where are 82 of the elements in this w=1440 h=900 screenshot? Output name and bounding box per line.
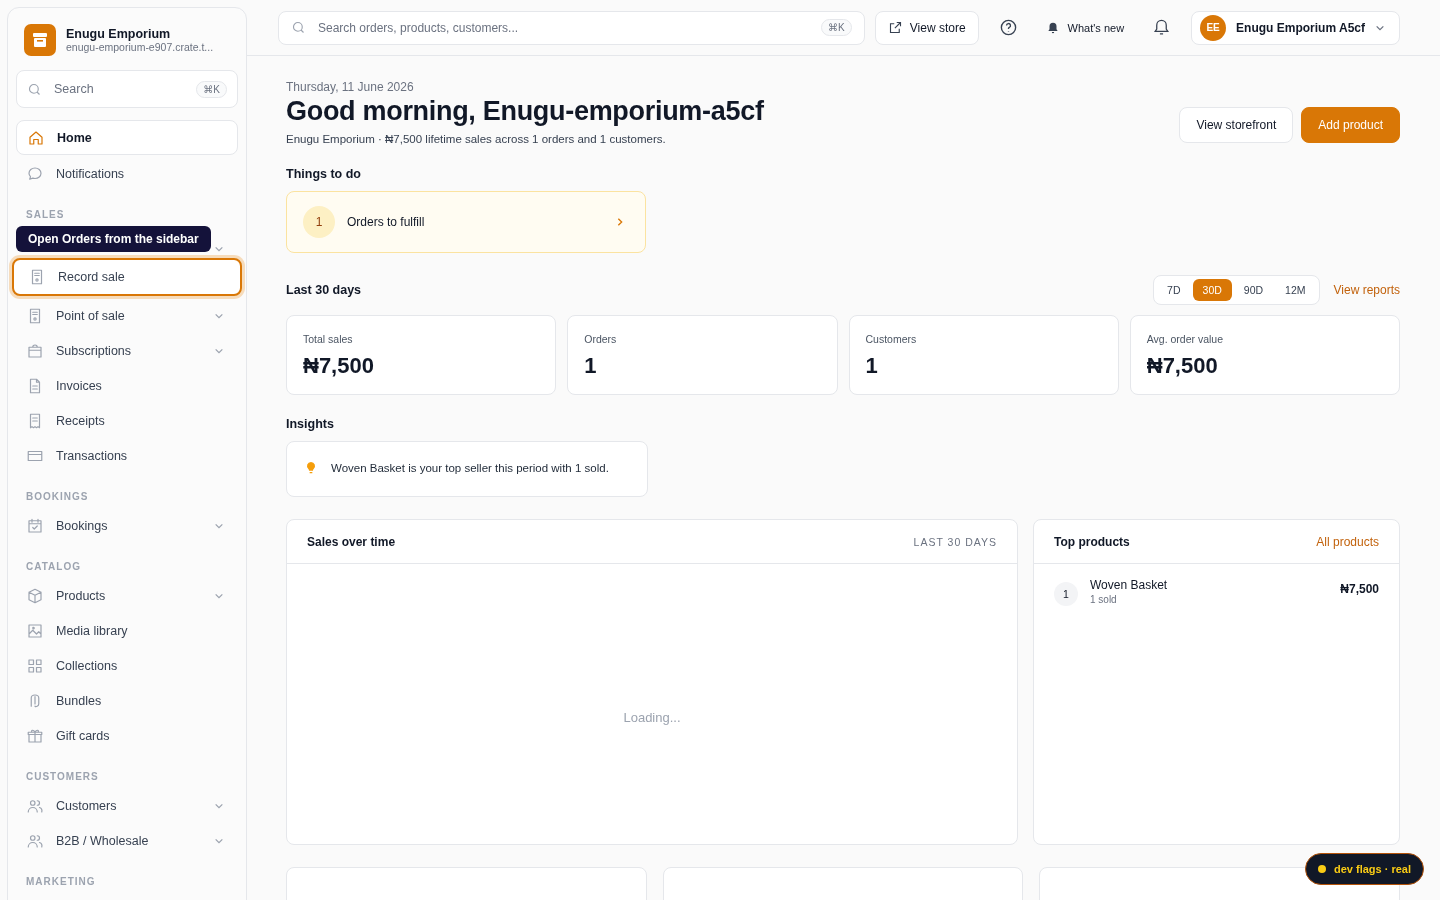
image-icon — [26, 621, 44, 640]
store-url: enugu-emporium-e907.crate.t... — [66, 41, 214, 53]
sidebar-item[interactable]: Invoices — [16, 368, 238, 403]
search-icon — [291, 20, 306, 35]
product-name: Woven Basket — [1090, 578, 1169, 592]
insight-text: Woven Basket is your top seller this period with 1 sold. — [331, 461, 609, 476]
sidebar-item[interactable]: Point of sale — [16, 298, 238, 333]
whats-new-button[interactable]: What's new — [1037, 20, 1133, 35]
sidebar-item[interactable]: Home — [16, 120, 238, 155]
sidebar-item[interactable]: Collections — [16, 648, 238, 683]
notifications-icon[interactable] — [1152, 18, 1172, 37]
section-heading: CUSTOMERS — [25, 770, 100, 784]
sidebar-item[interactable]: Customers — [16, 788, 238, 823]
search-field[interactable]: Search orders, products, customers... ⌘K — [278, 10, 865, 45]
sidebar-item[interactable]: Subscriptions — [16, 333, 238, 368]
sidebar-item[interactable]: Gift cards — [16, 718, 238, 753]
count-badge: 1 — [303, 206, 335, 238]
range-tab[interactable]: 12M — [1275, 279, 1316, 301]
search-icon — [27, 81, 42, 97]
help-icon[interactable] — [998, 18, 1018, 37]
chevron-down-icon — [214, 244, 224, 254]
store-name: Enugu Emporium — [66, 27, 172, 41]
range-tab[interactable]: 90D — [1233, 279, 1274, 301]
todo-card[interactable]: 1 Orders to fulfill — [286, 191, 646, 253]
section-title: Things to do — [286, 166, 362, 183]
search-input[interactable]: Search — [52, 81, 187, 97]
secondary-button[interactable]: View storefront — [1179, 107, 1294, 143]
external-link-icon — [887, 20, 903, 35]
box-icon — [26, 586, 44, 605]
status-dot-icon — [1317, 865, 1326, 873]
section-heading: SALES — [25, 208, 66, 222]
bag-icon — [26, 341, 44, 360]
product-amount: ₦7,500 — [1340, 582, 1379, 596]
search-input[interactable]: Search orders, products, customers... — [316, 19, 812, 36]
sidebar-item[interactable]: Bookings — [16, 508, 238, 543]
calendar-icon — [26, 516, 44, 535]
stat-value: ₦7,500 — [1146, 353, 1219, 379]
stat-label: Orders — [584, 333, 618, 345]
store-summary: Enugu Emporium · ₦7,500 lifetime sales across 1 orders and 1 customers. — [286, 133, 667, 145]
sidebar-item[interactable]: Media library — [16, 613, 238, 648]
stat-label: Customers — [865, 333, 918, 345]
date-label: Thursday, 11 June 2026 — [286, 80, 415, 94]
section-heading: CATALOG — [25, 560, 82, 574]
view-store-button[interactable]: View store — [874, 10, 979, 45]
stat-label: Avg. order value — [1146, 333, 1225, 345]
stat-value: 1 — [584, 353, 598, 379]
chevron-right-icon — [615, 217, 625, 227]
section-title: Insights — [286, 416, 335, 433]
sidebar-item[interactable]: Record sale — [12, 258, 242, 296]
sidebar-item[interactable]: Notifications — [16, 156, 238, 191]
shortcut-hint: ⌘K — [196, 80, 227, 98]
section-heading: MARKETING — [25, 875, 97, 889]
card-title: Sales over time — [307, 534, 396, 549]
section-heading: BOOKINGS — [25, 490, 90, 504]
dev-flags-badge[interactable]: dev flags · real — [1304, 853, 1424, 885]
stat-value: 1 — [865, 353, 879, 379]
tooltip: Open Orders from the sidebar — [16, 226, 211, 252]
greeting-heading: Good morning, Enugu-emporium-a5cf — [286, 96, 764, 127]
sidebar-item[interactable]: Receipts — [16, 403, 238, 438]
all-products-link[interactable]: All products — [1316, 534, 1379, 549]
sidebar-item[interactable]: Bundles — [16, 683, 238, 718]
shortcut-hint: ⌘K — [821, 19, 852, 36]
search-field[interactable]: Search ⌘K — [16, 70, 238, 108]
section-title: Last 30 days — [286, 283, 363, 297]
card-title: Top products — [1054, 534, 1130, 549]
loading-text: Loading... — [623, 709, 681, 725]
account-menu[interactable]: EE Enugu Emporium A5cf — [1191, 10, 1400, 45]
todo-label: Orders to fulfill — [347, 215, 426, 229]
rank-badge: 1 — [1054, 582, 1078, 606]
sidebar-item[interactable]: B2B / Wholesale — [16, 823, 238, 858]
sidebar-item[interactable]: Products — [16, 578, 238, 613]
sidebar-item[interactable]: Transactions — [16, 438, 238, 473]
sold-count: 1 sold — [1090, 594, 1118, 605]
grid-icon — [26, 656, 44, 675]
avatar: EE — [1200, 14, 1227, 41]
stat-label: Total sales — [303, 333, 354, 345]
range-tab[interactable]: 7D — [1157, 279, 1191, 301]
view-reports-link[interactable]: View reports — [1333, 283, 1400, 297]
store-logo-icon — [24, 24, 56, 56]
stat-value: ₦7,500 — [303, 353, 375, 379]
range-label: LAST 30 DAYS — [913, 535, 997, 548]
speech-bubble-icon — [26, 164, 44, 183]
